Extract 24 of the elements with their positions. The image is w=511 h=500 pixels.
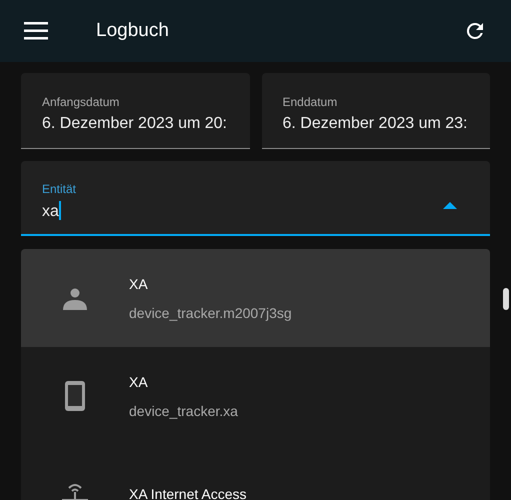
date-field[interactable]: Anfangsdatum 6. Dezember 2023 um 20: — [21, 73, 250, 149]
person-icon — [63, 286, 87, 310]
list-item[interactable]: XA device_tracker.m2007j3sg — [21, 249, 490, 347]
field-value: 6. Dezember 2023 um 20: — [42, 115, 228, 133]
date-field[interactable]: Enddatum 6. Dezember 2023 um 23: — [262, 73, 490, 149]
field-value: xa — [42, 201, 62, 221]
field-label: Entität — [42, 182, 78, 196]
item-title: XA — [129, 374, 149, 390]
list-item[interactable]: XA Internet Access — [21, 445, 490, 500]
dropdown-arrow-icon[interactable] — [443, 202, 457, 208]
item-title: XA Internet Access — [129, 486, 247, 500]
entity-id: device_tracker.xa — [129, 402, 238, 418]
phone-icon — [65, 381, 85, 411]
list-item[interactable]: XA device_tracker.xa — [21, 347, 490, 445]
menu-icon[interactable] — [24, 22, 48, 40]
entity-id: device_tracker.m2007j3sg — [129, 304, 292, 320]
page-title: Logbuch — [96, 20, 170, 42]
item-title: XA — [129, 276, 149, 292]
field-label: Enddatum — [282, 95, 338, 109]
field-label: Anfangsdatum — [42, 95, 120, 109]
field-value: 6. Dezember 2023 um 23: — [282, 115, 468, 133]
router-icon — [62, 481, 88, 500]
scrollbar-thumb[interactable] — [503, 288, 509, 310]
entity-field[interactable]: Entität xa — [21, 161, 490, 236]
